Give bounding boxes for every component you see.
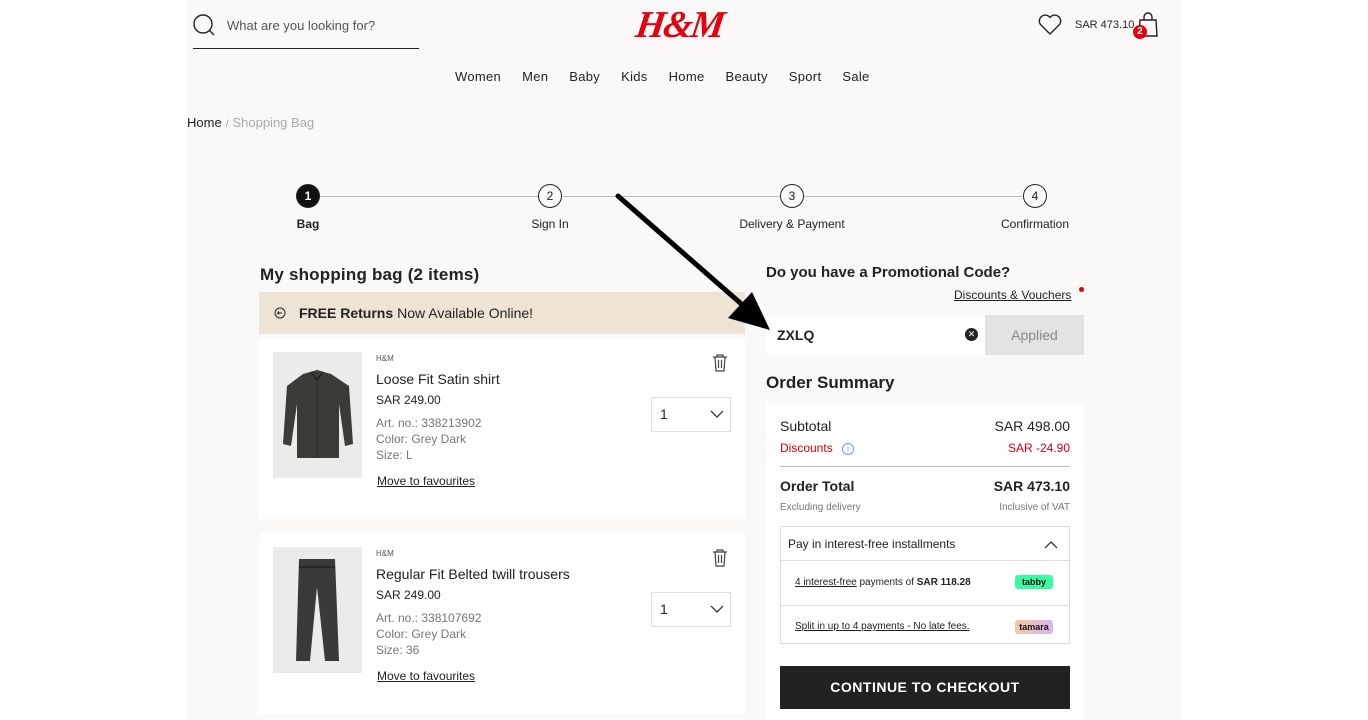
item-price: SAR 249.00 <box>376 588 441 602</box>
tamara-link[interactable]: Split in up to 4 payments - No late fees… <box>795 621 970 632</box>
step-connector <box>804 196 1022 197</box>
nav-item-baby[interactable]: Baby <box>569 69 600 84</box>
item-brand: H&M <box>376 549 394 558</box>
bag-title: My shopping bag (2 items) <box>260 265 480 284</box>
step-1-circle: 1 <box>296 184 320 208</box>
nav-item-sport[interactable]: Sport <box>789 69 822 84</box>
applied-button[interactable]: Applied <box>985 315 1084 355</box>
installments-title: Pay in interest-free installments <box>788 537 956 551</box>
search-bar[interactable] <box>193 12 419 49</box>
product-image-trousers[interactable] <box>273 547 362 673</box>
discounts-value: SAR -24.90 <box>1007 441 1070 455</box>
order-total-row: Order Total SAR 473.10 <box>780 478 1070 494</box>
item-name[interactable]: Regular Fit Belted twill trousers <box>376 566 570 582</box>
breadcrumb: Home / Shopping Bag <box>187 115 314 130</box>
product-image-shirt[interactable] <box>273 352 362 478</box>
trousers-icon <box>296 559 339 661</box>
move-to-favourites-link[interactable]: Move to favourites <box>377 669 475 683</box>
nav-item-beauty[interactable]: Beauty <box>726 69 768 84</box>
promo-title: Do you have a Promotional Code? <box>766 264 1011 281</box>
item-brand: H&M <box>376 354 394 363</box>
quantity-select[interactable]: 1 <box>651 592 731 627</box>
step-1-label: Bag <box>296 217 320 231</box>
tabby-amount: SAR 118.28 <box>916 577 971 588</box>
tabby-text: payments of <box>856 577 917 588</box>
chevron-down-icon <box>710 605 724 613</box>
breadcrumb-separator: / <box>225 119 229 130</box>
tabby-option[interactable]: 4 interest-free payments of SAR 118.28 t… <box>781 560 1069 605</box>
nav-item-women[interactable]: Women <box>455 69 501 84</box>
bag-item-card: H&M Regular Fit Belted twill trousers SA… <box>259 533 745 714</box>
item-color: Color: Grey Dark <box>376 432 467 446</box>
nav-item-home[interactable]: Home <box>669 69 705 84</box>
tamara-option[interactable]: Split in up to 4 payments - No late fees… <box>781 605 1069 643</box>
summary-divider <box>780 466 1070 467</box>
tamara-badge: tamara <box>1015 620 1053 634</box>
item-size: Size: L <box>376 448 413 462</box>
quantity-select[interactable]: 1 <box>651 397 731 432</box>
step-2-label: Sign In <box>531 217 569 231</box>
order-total-value: SAR 473.10 <box>993 478 1070 494</box>
breadcrumb-home[interactable]: Home <box>187 115 222 130</box>
tabby-badge: tabby <box>1015 575 1053 589</box>
item-art-no: Art. no.: 338213902 <box>376 416 482 430</box>
step-4-circle: 4 <box>1023 184 1047 208</box>
quantity-value: 1 <box>660 601 668 617</box>
subtotal-value: SAR 498.00 <box>994 418 1071 434</box>
returns-bold: FREE Returns <box>299 305 394 321</box>
chevron-down-icon <box>710 410 724 418</box>
quantity-value: 1 <box>660 406 668 422</box>
hm-logo[interactable]: H&M <box>633 2 726 48</box>
item-size: Size: 36 <box>376 643 420 657</box>
subtotal-label: Subtotal <box>780 418 832 434</box>
nav-item-kids[interactable]: Kids <box>621 69 648 84</box>
bag-count-badge: 2 <box>1133 25 1147 39</box>
chevron-up-icon[interactable] <box>1044 540 1058 550</box>
discounts-vouchers-link[interactable]: Discounts & Vouchers <box>954 288 1071 302</box>
order-summary-box: Subtotal SAR 498.00 Discounts i SAR -24.… <box>766 403 1084 720</box>
step-4-label: Confirmation <box>1000 217 1070 231</box>
bag-item-card: H&M Loose Fit Satin shirt SAR 249.00 Art… <box>259 338 745 519</box>
main-nav: Women Men Baby Kids Home Beauty Sport Sa… <box>455 69 891 84</box>
installments-panel[interactable]: Pay in interest-free installments 4 inte… <box>780 526 1070 644</box>
search-input[interactable] <box>227 18 407 33</box>
discounts-row: Discounts i SAR -24.90 <box>780 441 1070 455</box>
step-connector <box>320 196 538 197</box>
favourites-heart-icon[interactable] <box>1037 12 1063 38</box>
annotation-arrow-icon <box>615 193 770 330</box>
returns-text: Now Available Online! <box>397 305 534 321</box>
item-art-no: Art. no.: 338107692 <box>376 611 482 625</box>
item-color: Color: Grey Dark <box>376 627 467 641</box>
item-price: SAR 249.00 <box>376 393 441 407</box>
vat-row: Excluding delivery Inclusive of VAT <box>780 502 1070 513</box>
tabby-link[interactable]: 4 interest-free <box>795 577 857 588</box>
returns-icon <box>274 307 286 319</box>
notification-dot <box>1079 287 1084 292</box>
info-icon[interactable]: i <box>842 442 855 455</box>
nav-item-sale[interactable]: Sale <box>842 69 869 84</box>
subtotal-row: Subtotal SAR 498.00 <box>780 418 1070 434</box>
discounts-label: Discounts <box>780 441 833 455</box>
item-name[interactable]: Loose Fit Satin shirt <box>376 371 500 387</box>
step-2-circle: 2 <box>538 184 562 208</box>
nav-item-men[interactable]: Men <box>522 69 548 84</box>
shirt-icon <box>283 370 353 458</box>
order-total-label: Order Total <box>780 478 855 494</box>
breadcrumb-current: Shopping Bag <box>232 115 315 130</box>
trash-icon[interactable] <box>711 548 729 568</box>
search-icon <box>193 14 215 36</box>
trash-icon[interactable] <box>711 353 729 373</box>
inclusive-vat-note: Inclusive of VAT <box>999 502 1070 513</box>
excluding-delivery-note: Excluding delivery <box>780 502 861 513</box>
move-to-favourites-link[interactable]: Move to favourites <box>377 474 475 488</box>
continue-to-checkout-button[interactable]: CONTINUE TO CHECKOUT <box>780 666 1070 709</box>
clear-icon[interactable]: ✕ <box>965 328 978 341</box>
order-summary-title: Order Summary <box>766 373 895 392</box>
cart-total[interactable]: SAR 473.10 <box>1075 19 1134 31</box>
